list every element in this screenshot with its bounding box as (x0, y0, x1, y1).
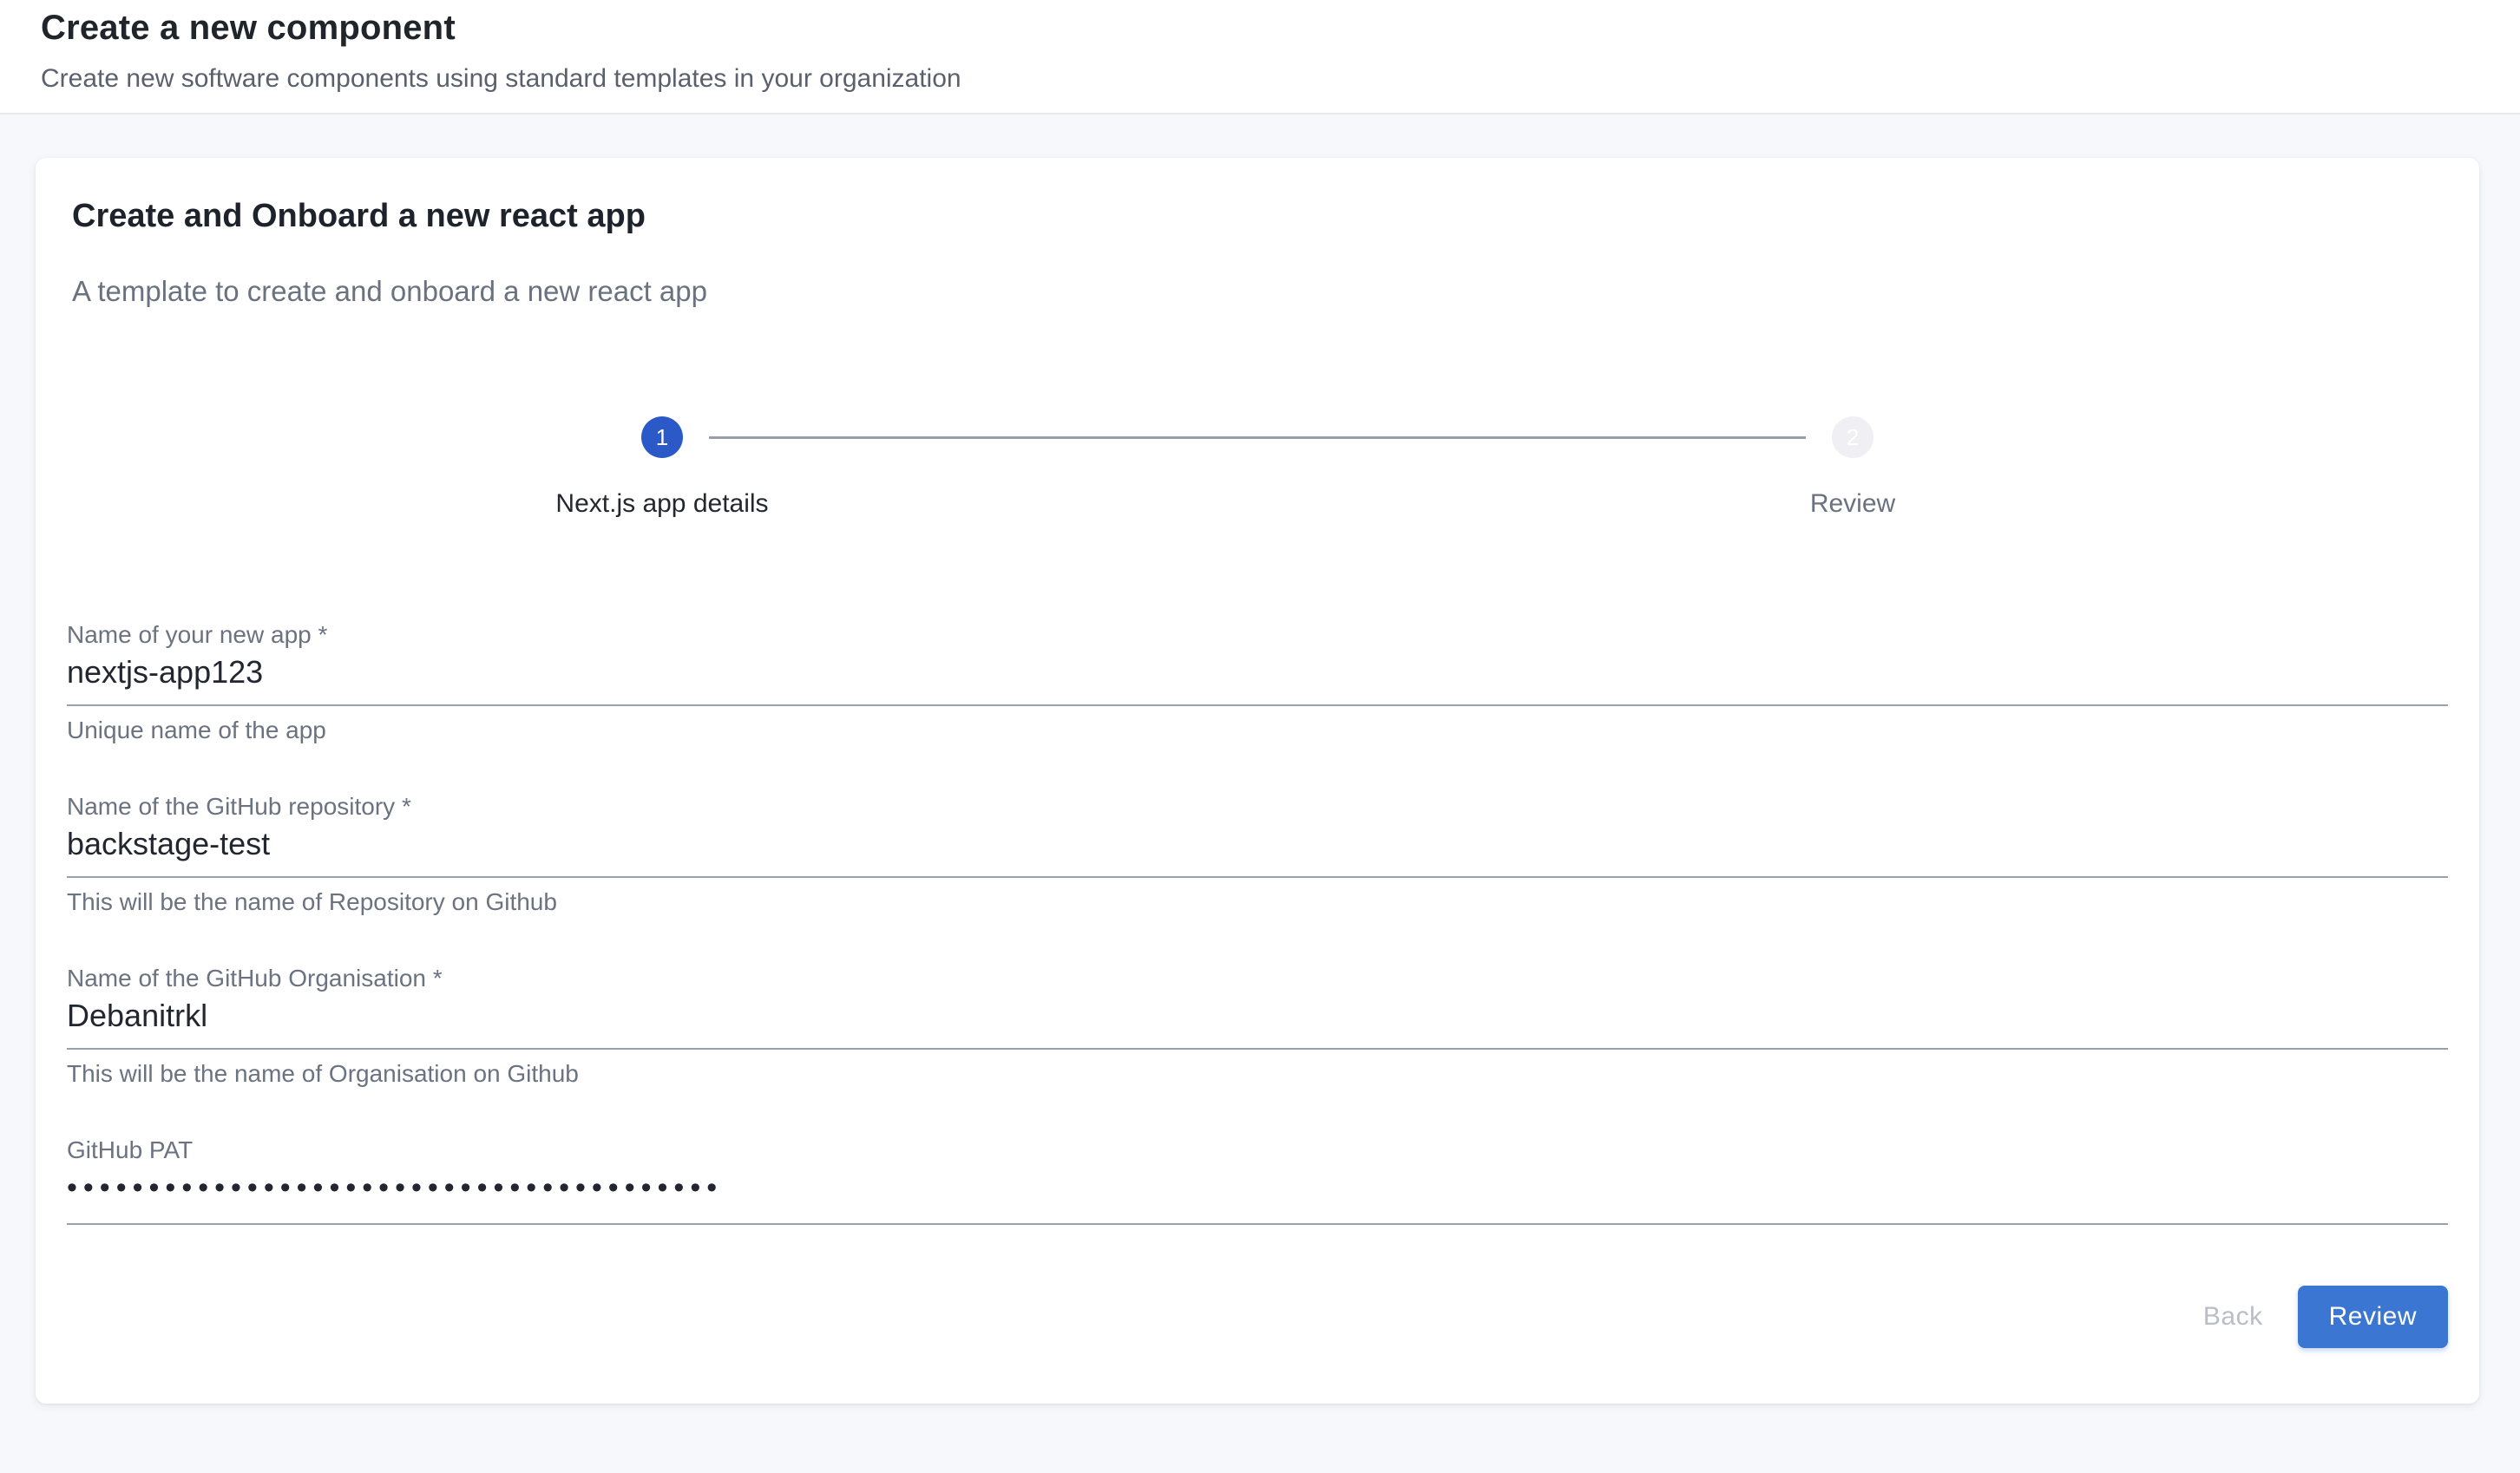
card-subtitle: A template to create and onboard a new r… (72, 274, 2448, 309)
app-details-form: Name of your new app * Unique name of th… (67, 621, 2448, 1225)
page-title: Create a new component (41, 9, 2478, 47)
card-title: Create and Onboard a new react app (72, 196, 2448, 236)
review-button[interactable]: Review (2298, 1286, 2448, 1348)
field-github-repository-helper: This will be the name of Repository on G… (67, 888, 2448, 916)
step-review: 2 Review (1257, 416, 2448, 519)
field-github-repository: Name of the GitHub repository * This wil… (67, 793, 2448, 916)
app-name-input[interactable] (67, 654, 2448, 706)
field-app-name-label: Name of your new app * (67, 621, 2448, 649)
field-github-organisation: Name of the GitHub Organisation * This w… (67, 965, 2448, 1088)
stepper-connector (709, 436, 1806, 439)
field-github-pat: GitHub PAT (67, 1136, 2448, 1225)
field-app-name-helper: Unique name of the app (67, 717, 2448, 744)
github-repository-input[interactable] (67, 826, 2448, 878)
page-header: Create a new component Create new softwa… (0, 0, 2520, 115)
scaffolder-page: Create a new component Create new softwa… (0, 0, 2520, 1404)
step-1-number: 1 (656, 424, 668, 451)
step-2-number: 2 (1847, 424, 1859, 451)
page-content: Create and Onboard a new react app A tem… (0, 158, 2520, 1404)
github-pat-input[interactable] (67, 1169, 2448, 1225)
step-nextjs-app-details: 1 Next.js app details (67, 416, 1257, 519)
field-github-repository-label: Name of the GitHub repository * (67, 793, 2448, 821)
step-1-label: Next.js app details (555, 489, 768, 519)
template-card: Create and Onboard a new react app A tem… (36, 158, 2479, 1404)
github-organisation-input[interactable] (67, 998, 2448, 1050)
field-github-organisation-helper: This will be the name of Organisation on… (67, 1060, 2448, 1088)
form-actions: Back Review (67, 1286, 2448, 1348)
step-1-indicator: 1 (641, 416, 683, 458)
back-button[interactable]: Back (2179, 1286, 2287, 1348)
stepper: 1 Next.js app details 2 Review (67, 416, 2448, 519)
page-subtitle: Create new software components using sta… (41, 64, 2478, 94)
field-github-pat-label: GitHub PAT (67, 1136, 2448, 1164)
field-github-organisation-label: Name of the GitHub Organisation * (67, 965, 2448, 992)
step-2-indicator: 2 (1832, 416, 1874, 458)
field-app-name: Name of your new app * Unique name of th… (67, 621, 2448, 744)
step-2-label: Review (1810, 489, 1895, 519)
